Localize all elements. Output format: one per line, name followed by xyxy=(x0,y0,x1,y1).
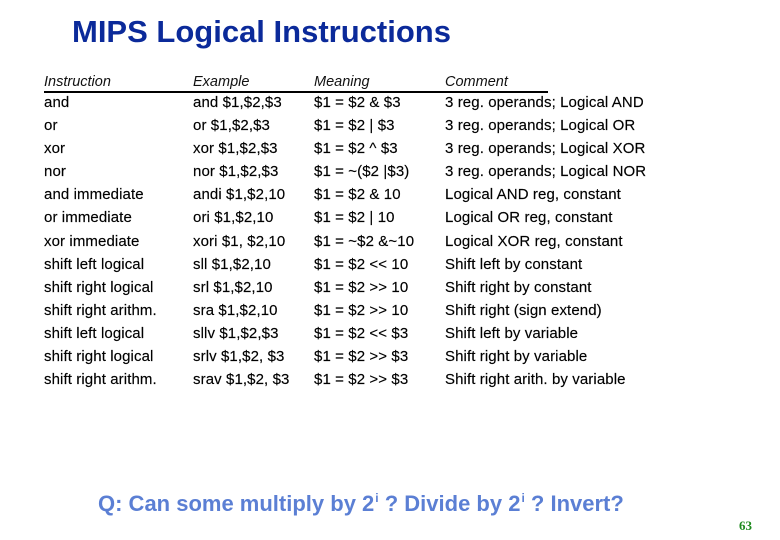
header-instruction: Instruction xyxy=(44,74,111,90)
question-part-2: ? Divide by 2 xyxy=(378,491,521,516)
cell-example: ori $1,$2,10 xyxy=(193,209,274,227)
cell-instruction: nor xyxy=(44,163,66,181)
table-row: shift right logical srlv $1,$2, $3 $1 = $2… xyxy=(44,346,684,369)
table-row: shift right logical srl $1,$2,10 $1 = $2 >… xyxy=(44,277,684,300)
cell-comment: 3 reg. operands; Logical NOR xyxy=(445,163,647,181)
cell-instruction: and immediate xyxy=(44,186,144,204)
cell-instruction: shift left logical xyxy=(44,324,145,342)
cell-example: srl $1,$2,10 xyxy=(193,278,273,296)
cell-comment: Shift left by variable xyxy=(445,324,579,342)
table-row: or immediate ori $1,$2,10 $1 = $2 | 10 Logi… xyxy=(44,207,684,230)
cell-comment: 3 reg. operands; Logical XOR xyxy=(445,140,646,158)
header-comment: Comment xyxy=(445,74,508,90)
table-row: xor xor $1,$2,$3 $1 = $2 ^ $3 3 reg. operan… xyxy=(44,138,684,161)
cell-instruction: shift right arithm. xyxy=(44,301,157,319)
cell-meaning: $1 = $2 >> 10 xyxy=(314,301,409,319)
cell-example: sll $1,$2,10 xyxy=(193,255,271,273)
cell-example: nor $1,$2,$3 xyxy=(193,163,279,181)
cell-example: andi $1,$2,10 xyxy=(193,186,286,204)
cell-instruction: shift right logical xyxy=(44,278,154,296)
table-row: shift right arithm. sra $1,$2,10 $1 = $2 >… xyxy=(44,300,684,323)
table-row: shift right arithm. srav $1,$2, $3 $1 = $2… xyxy=(44,369,684,392)
table-row: nor nor $1,$2,$3 $1 = ~($2 |$3) 3 reg. oper… xyxy=(44,161,684,184)
cell-example: srlv $1,$2, $3 xyxy=(193,348,285,366)
cell-meaning: $1 = $2 ^ $3 xyxy=(314,140,398,158)
table-row: shift left logical sllv $1,$2,$3 $1 = $2 <… xyxy=(44,323,684,346)
page-number: 63 xyxy=(739,518,752,533)
cell-meaning: $1 = $2 << 10 xyxy=(314,255,409,273)
cell-meaning: $1 = $2 | 10 xyxy=(314,209,395,227)
cell-meaning: $1 = $2 >> 10 xyxy=(314,278,409,296)
cell-meaning: $1 = $2 | $3 xyxy=(314,117,395,135)
cell-example: sra $1,$2,10 xyxy=(193,301,278,319)
cell-meaning: $1 = $2 << $3 xyxy=(314,324,409,342)
cell-example: and $1,$2,$3 xyxy=(193,94,282,111)
cell-meaning: $1 = $2 & 10 xyxy=(314,186,401,204)
table-row: and and $1,$2,$3 $1 = $2 & $3 3 reg. operan… xyxy=(44,92,684,115)
cell-comment: Shift right by constant xyxy=(445,278,592,296)
cell-instruction: or xyxy=(44,117,58,135)
cell-instruction: or immediate xyxy=(44,209,132,227)
cell-comment: Shift right by variable xyxy=(445,348,588,366)
cell-comment: Shift left by constant xyxy=(445,255,583,273)
cell-instruction: shift left logical xyxy=(44,255,145,273)
cell-example: sllv $1,$2,$3 xyxy=(193,324,279,342)
cell-comment: Shift right (sign extend) xyxy=(445,301,602,319)
cell-meaning: $1 = $2 >> $3 xyxy=(314,348,409,366)
cell-instruction: shift right logical xyxy=(44,348,154,366)
cell-comment: Logical AND reg, constant xyxy=(445,186,621,204)
slide-title: MIPS Logical Instructions xyxy=(72,14,451,49)
cell-meaning: $1 = ~($2 |$3) xyxy=(314,163,410,181)
cell-instruction: xor xyxy=(44,140,66,158)
cell-comment: Logical OR reg, constant xyxy=(445,209,613,227)
table-row: or or $1,$2,$3 $1 = $2 | $3 3 reg. operands… xyxy=(44,115,684,138)
header-example: Example xyxy=(193,74,250,90)
question-part-1: Q: Can some multiply by 2 xyxy=(98,491,375,516)
cell-instruction: and xyxy=(44,94,70,111)
cell-comment: 3 reg. operands; Logical AND xyxy=(445,94,644,111)
cell-example: xor $1,$2,$3 xyxy=(193,140,278,158)
cell-example: xori $1, $2,10 xyxy=(193,232,286,250)
table-row: and immediate andi $1,$2,10 $1 = $2 & 10 Lo… xyxy=(44,184,684,207)
table-row: shift left logical sll $1,$2,10 $1 = $2 <<… xyxy=(44,254,684,277)
cell-comment: Shift right arith. by variable xyxy=(445,371,626,389)
question-text: Q: Can some multiply by 2i ? Divide by 2… xyxy=(98,491,624,517)
cell-comment: 3 reg. operands; Logical OR xyxy=(445,117,636,135)
cell-comment: Logical XOR reg, constant xyxy=(445,232,623,250)
table-body: and and $1,$2,$3 $1 = $2 & $3 3 reg. operan… xyxy=(44,92,684,392)
cell-instruction: xor immediate xyxy=(44,232,140,250)
cell-instruction: shift right arithm. xyxy=(44,371,157,389)
cell-meaning: $1 = $2 >> $3 xyxy=(314,371,409,389)
header-meaning: Meaning xyxy=(314,74,370,90)
question-part-3: ? Invert? xyxy=(524,491,624,516)
cell-example: or $1,$2,$3 xyxy=(193,117,270,135)
cell-meaning: $1 = ~$2 &~10 xyxy=(314,232,415,250)
cell-meaning: $1 = $2 & $3 xyxy=(314,94,401,111)
instruction-table: Instruction Example Meaning Comment and a… xyxy=(44,72,684,392)
cell-example: srav $1,$2, $3 xyxy=(193,371,290,389)
table-header: Instruction Example Meaning Comment xyxy=(44,72,684,93)
table-row: xor immediate xori $1, $2,10 $1 = ~$2 &~10… xyxy=(44,231,684,254)
